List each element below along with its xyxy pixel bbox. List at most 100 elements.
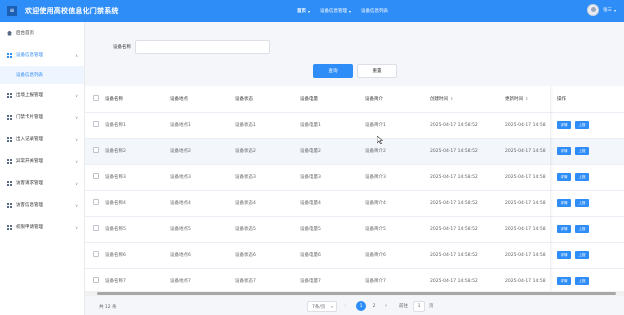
prev-page-button[interactable]: ‹ <box>344 303 346 309</box>
avatar[interactable] <box>586 4 599 16</box>
table-row[interactable]: 设备名称6 设备地点6 设备状态6 设备电量6 设备简介6 2025-04-17 14:5… <box>85 242 624 268</box>
report-button[interactable]: 上报 <box>575 147 589 155</box>
sidebar-item-exit-report[interactable]: 出境上报管理 ∨ <box>0 84 84 106</box>
table-cell: 设备状态6 <box>235 253 256 258</box>
chevron-down-icon: ∨ <box>75 136 78 142</box>
row-actions: 详情 上报 <box>547 242 624 268</box>
search-button[interactable]: 查询 <box>313 64 353 78</box>
sidebar-item-label: 权限申请管理 <box>16 225 43 230</box>
column-header: 操作 <box>547 86 624 113</box>
grid-icon <box>7 92 12 98</box>
device-name-input[interactable] <box>135 40 270 54</box>
sidebar-item-label: 设备信息列表 <box>16 73 43 78</box>
sidebar-item-permission-requests[interactable]: 权限申请管理 ∨ <box>0 216 84 238</box>
sidebar-item-label: 后台首页 <box>16 31 34 36</box>
detail-button[interactable]: 详情 <box>557 251 571 259</box>
table-header-row: 设备名称 设备地点 设备状态 设备电量 设备简介 创建时间 ⇕ 更新时间 ⇕ 操作 <box>85 86 624 113</box>
detail-button[interactable]: 详情 <box>557 173 571 181</box>
sidebar-item-device-management[interactable]: 设备信息管理 ∧ <box>0 44 84 66</box>
table-cell: 2025-04-17 14:58 <box>505 174 546 180</box>
sort-icon[interactable]: ⇕ <box>450 96 453 101</box>
column-header-updated[interactable]: 更新时间 ⇕ <box>505 86 547 113</box>
report-button[interactable]: 上报 <box>575 199 589 207</box>
row-checkbox[interactable] <box>93 251 99 257</box>
chevron-down-icon: ▾ <box>613 7 616 13</box>
column-header-created[interactable]: 创建时间 ⇕ <box>430 86 505 113</box>
row-checkbox[interactable] <box>93 173 99 179</box>
sidebar-item-label: 出境上报管理 <box>16 93 43 98</box>
select-all-checkbox[interactable] <box>93 94 99 101</box>
table-row[interactable]: 设备名称7 设备地点7 设备状态7 设备电量7 设备简介7 2025-04-17 14:5… <box>85 268 624 292</box>
table-cell: 设备地点4 <box>170 201 191 206</box>
table-cell: 设备名称7 <box>105 279 126 284</box>
detail-button[interactable]: 详情 <box>557 277 571 285</box>
table-cell: 设备电量2 <box>300 149 321 154</box>
table-cell: 设备简介2 <box>365 149 386 154</box>
row-checkbox[interactable] <box>93 225 99 231</box>
scrollbar-thumb[interactable] <box>97 292 616 295</box>
row-select-cell <box>85 190 105 216</box>
table-row[interactable]: 设备名称2 设备地点2 设备状态2 设备电量2 设备简介2 2025-04-17 14:5… <box>85 138 624 164</box>
sidebar-item-label: 出入记录管理 <box>16 137 43 142</box>
sort-icon[interactable]: ⇕ <box>525 96 528 101</box>
report-button[interactable]: 上报 <box>575 173 589 181</box>
sidebar-item-home[interactable]: 后台首页 <box>0 22 84 44</box>
row-actions: 详情 上报 <box>547 190 624 216</box>
menu-icon[interactable]: ≡ <box>7 6 17 16</box>
grid-icon <box>7 180 12 186</box>
table-cell: 设备名称1 <box>105 123 126 128</box>
top-nav-home[interactable]: 首页 ▾ <box>297 8 310 15</box>
row-select-cell <box>85 138 105 164</box>
table-cell: 设备简介4 <box>365 201 386 206</box>
report-button[interactable]: 上报 <box>575 277 589 285</box>
table-row[interactable]: 设备名称5 设备地点5 设备状态5 设备电量5 设备简介5 2025-04-17 14:5… <box>85 216 624 242</box>
table-cell: 设备简介3 <box>365 175 386 180</box>
sidebar-item-access-records[interactable]: 出入记录管理 ∨ <box>0 128 84 150</box>
table-cell: 设备电量7 <box>300 279 321 284</box>
table-cell: 设备名称4 <box>105 201 126 206</box>
report-button[interactable]: 上报 <box>575 121 589 129</box>
sidebar-subitem-device-list[interactable]: 设备信息列表 <box>0 66 84 84</box>
report-button[interactable]: 上报 <box>575 251 589 259</box>
table-row[interactable]: 设备名称1 设备地点1 设备状态1 设备电量1 设备简介1 2025-04-17 14:5… <box>85 112 624 138</box>
top-nav-device-list[interactable]: 设备信息列表 <box>361 8 388 14</box>
table-cell: 设备简介7 <box>365 279 386 284</box>
table-row[interactable]: 设备名称3 设备地点3 设备状态3 设备电量3 设备简介3 2025-04-17 14:5… <box>85 164 624 190</box>
goto-page-input[interactable]: 1 <box>413 301 425 312</box>
detail-button[interactable]: 详情 <box>557 147 571 155</box>
row-select-cell <box>85 216 105 242</box>
row-checkbox[interactable] <box>93 147 99 153</box>
row-checkbox[interactable] <box>93 277 99 283</box>
detail-button[interactable]: 详情 <box>557 121 571 129</box>
sidebar-item-access-card[interactable]: 门禁卡片管理 ∨ <box>0 106 84 128</box>
home-icon <box>7 30 12 36</box>
page-size-select[interactable]: 7条/页 ▾ <box>307 301 337 312</box>
page-size-value: 7条/页 <box>312 304 326 310</box>
row-checkbox[interactable] <box>93 199 99 205</box>
table-row[interactable]: 设备名称4 设备地点4 设备状态4 设备电量4 设备简介4 2025-04-17 14:5… <box>85 190 624 216</box>
next-page-button[interactable]: › <box>385 303 387 309</box>
table-cell: 2025-04-17 14:58 <box>505 252 546 258</box>
user-menu[interactable]: 张三 ▾ <box>586 4 616 16</box>
detail-button[interactable]: 详情 <box>557 199 571 207</box>
sidebar-item-visitor-requests[interactable]: 访客请求管理 ∨ <box>0 172 84 194</box>
page-button-1[interactable]: 1 <box>356 301 366 311</box>
sidebar-item-abnormal-switch[interactable]: 异常开关管理 ∨ <box>0 150 84 172</box>
sidebar-item-visitor-info[interactable]: 访客信息管理 ∨ <box>0 194 84 216</box>
pagination: 共 12 条 7条/页 ▾ ‹ 1 2 › 前往 1 页 <box>85 298 624 315</box>
column-header-label: 创建时间 <box>430 96 448 102</box>
table-cell: 2025-04-17 14:58 <box>505 200 546 206</box>
table-cell: 设备地点6 <box>170 253 191 258</box>
report-button[interactable]: 上报 <box>575 225 589 233</box>
column-header: 设备地点 <box>170 86 235 113</box>
detail-button[interactable]: 详情 <box>557 225 571 233</box>
mouse-cursor-icon <box>377 136 383 144</box>
grid-icon <box>7 136 12 142</box>
column-header-label: 更新时间 <box>505 96 523 102</box>
row-checkbox[interactable] <box>93 121 99 127</box>
page-button-2[interactable]: 2 <box>369 301 379 311</box>
reset-button[interactable]: 重置 <box>357 64 397 78</box>
goto-unit: 页 <box>429 304 434 309</box>
horizontal-scrollbar[interactable] <box>85 291 624 296</box>
top-nav-device-management[interactable]: 设备信息管理 ▾ <box>320 8 351 15</box>
